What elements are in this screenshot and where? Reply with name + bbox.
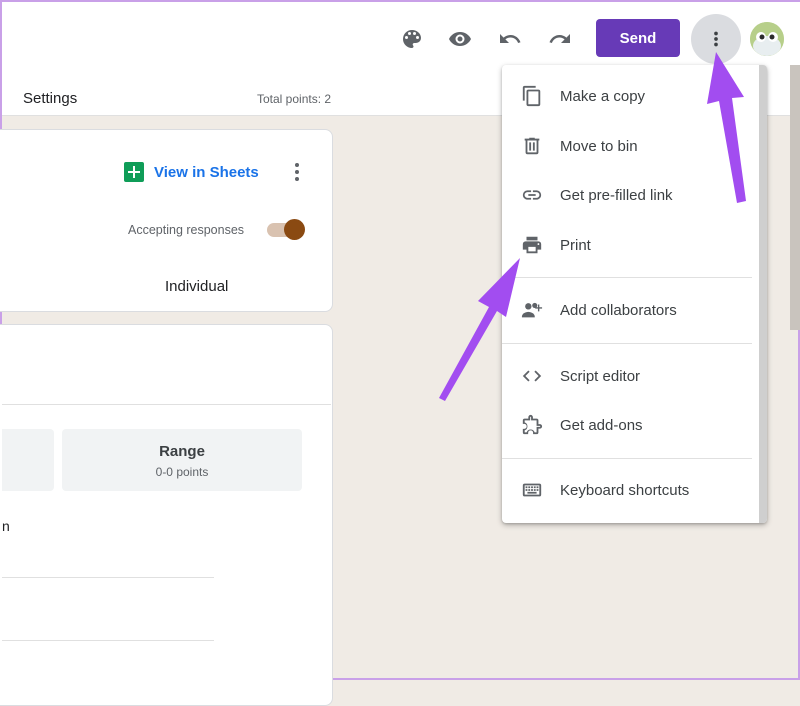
arrow-to-more-button	[707, 52, 746, 203]
annotation-arrows	[439, 52, 746, 401]
arrow-to-print	[439, 258, 520, 401]
